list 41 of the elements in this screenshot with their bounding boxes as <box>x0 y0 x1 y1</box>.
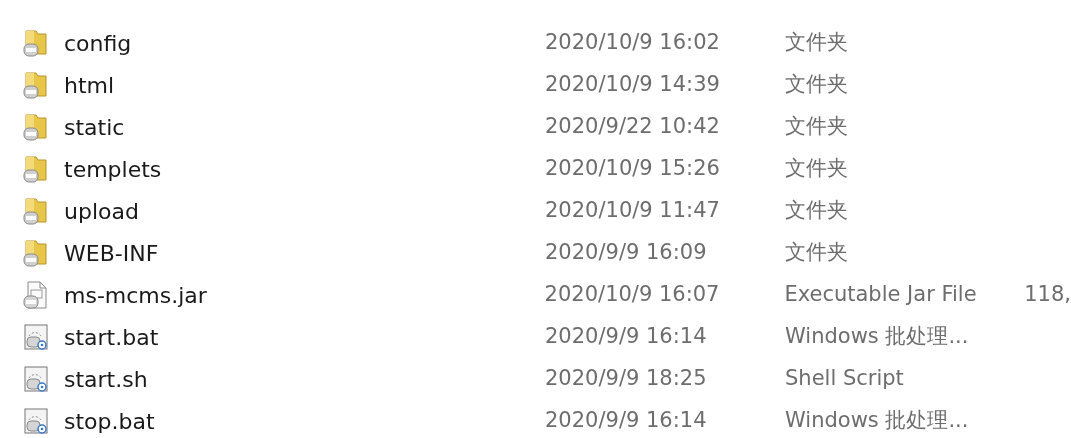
script-file-icon <box>22 364 50 394</box>
script-file-icon <box>22 322 50 352</box>
document-icon <box>22 280 50 310</box>
modified-date: 2020/9/22 10:42 <box>545 114 720 139</box>
folder-icon <box>22 112 50 142</box>
file-type: 文件夹 <box>785 240 848 265</box>
file-name: start.bat <box>64 324 159 350</box>
file-type: 文件夹 <box>785 30 848 55</box>
folder-icon <box>22 28 50 58</box>
folder-icon <box>22 196 50 226</box>
folder-icon <box>22 238 50 268</box>
modified-date: 2020/9/9 16:14 <box>545 408 707 433</box>
file-name: static <box>64 114 125 140</box>
file-name: html <box>64 72 115 98</box>
file-type: 文件夹 <box>785 198 848 223</box>
modified-date: 2020/10/9 11:47 <box>545 198 720 223</box>
modified-date: 2020/10/9 14:39 <box>545 72 720 97</box>
file-type: Windows 批处理... <box>785 324 969 349</box>
file-type: Windows 批处理... <box>785 408 969 433</box>
file-name: ms-mcms.jar <box>64 282 207 308</box>
file-type: 文件夹 <box>785 114 848 139</box>
file-type: Executable Jar File <box>784 282 977 307</box>
folder-icon <box>22 70 50 100</box>
modified-date: 2020/10/9 16:02 <box>545 30 720 55</box>
modified-date: 2020/9/9 18:25 <box>545 366 707 391</box>
file-name: config <box>64 30 132 56</box>
modified-date: 2020/10/9 16:07 <box>544 282 720 307</box>
file-size: 118, <box>1024 282 1071 307</box>
file-name: templets <box>64 156 162 182</box>
file-name: start.sh <box>64 366 148 392</box>
modified-date: 2020/9/9 16:09 <box>545 240 707 265</box>
file-type: 文件夹 <box>785 72 848 97</box>
modified-date: 2020/10/9 15:26 <box>545 156 720 181</box>
file-name: upload <box>64 198 139 224</box>
file-name: WEB-INF <box>64 240 159 266</box>
file-name: stop.bat <box>64 408 155 434</box>
folder-icon <box>22 154 50 184</box>
file-type: 文件夹 <box>785 156 848 181</box>
modified-date: 2020/9/9 16:14 <box>545 324 707 349</box>
script-file-icon <box>22 406 50 436</box>
file-type: Shell Script <box>785 366 904 391</box>
